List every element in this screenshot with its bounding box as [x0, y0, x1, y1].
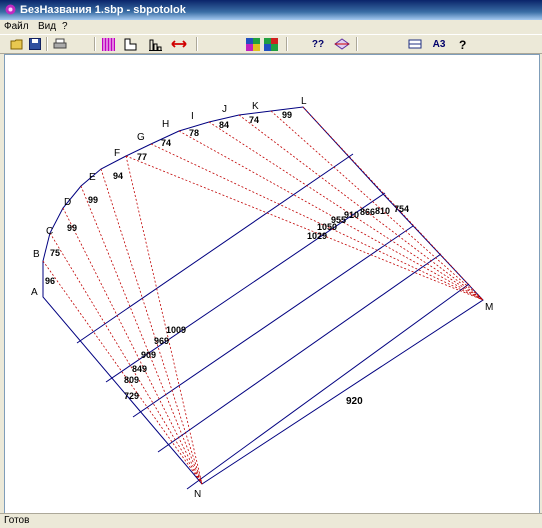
diag-M-value: 866 [360, 207, 375, 217]
vertex-label-H: H [162, 119, 169, 130]
measure-button[interactable] [170, 36, 188, 52]
diagonal-line [100, 168, 203, 485]
menu-view[interactable]: Вид [38, 20, 56, 34]
title-bar: БезНазвания 1.sbp - sbpotolok [0, 0, 542, 20]
eraser-button[interactable] [333, 36, 351, 52]
diagonal-line [125, 155, 484, 301]
print-button[interactable] [51, 36, 69, 52]
vertex-label-D: D [64, 197, 71, 208]
parallel-lines [76, 153, 470, 490]
edge-value-JK: 74 [249, 115, 259, 125]
a3-button[interactable]: A3 [430, 36, 448, 52]
open-folder-button[interactable] [8, 36, 26, 52]
help-button[interactable]: ?? [309, 36, 327, 52]
bars-button[interactable] [146, 36, 164, 52]
color-map-button[interactable] [244, 36, 262, 52]
color-map-icon [246, 37, 260, 51]
edge-value-EF: 94 [113, 171, 123, 181]
printer-icon [53, 38, 67, 49]
diag-N-value: 809 [124, 375, 139, 385]
diag-M-value: 910 [344, 210, 359, 220]
diagonal-line [62, 207, 203, 485]
vertex-label-C: C [46, 226, 53, 237]
vertex-label-L: L [301, 96, 307, 107]
color-map-icon [264, 37, 278, 51]
color-map2-button[interactable] [262, 36, 280, 52]
diagonal-line [49, 232, 203, 485]
eraser-icon [334, 38, 350, 50]
bars-icon [148, 39, 162, 51]
pattern-button[interactable] [99, 36, 117, 52]
pattern-icon [101, 37, 115, 51]
ceiling-drawing: A B C D E F G H I J K L M N 96 75 99 99 [31, 96, 493, 500]
floppy-icon [29, 38, 41, 50]
vertex-label-N: N [194, 489, 201, 500]
base-length-label: 920 [346, 396, 363, 407]
vertex-label-F: F [114, 148, 120, 159]
vertex-label-A: A [31, 287, 38, 298]
vertex-label-J: J [222, 104, 227, 115]
vertex-label-G: G [137, 132, 145, 143]
edge-value-HI: 78 [189, 128, 199, 138]
vertex-label-I: I [191, 111, 194, 122]
page-setup-button[interactable] [406, 36, 424, 52]
diag-M-value: 1029 [307, 231, 327, 241]
vertex-label-M: M [485, 302, 493, 313]
double-arrow-icon [171, 40, 187, 48]
vertex-label-B: B [33, 249, 40, 260]
edge-value-BC: 75 [50, 248, 60, 258]
edge-value-AB: 96 [45, 276, 55, 286]
diag-M-value: 810 [375, 206, 390, 216]
edge-value-DE: 99 [88, 195, 98, 205]
diagonal-line [80, 185, 203, 485]
status-text: Готов [4, 515, 30, 526]
diag-N-value: 729 [124, 391, 139, 401]
menu-file[interactable]: Файл [4, 20, 29, 34]
diag-N-value: 849 [132, 364, 147, 374]
question-mark-glyph: ? [459, 38, 466, 51]
parallel-line [157, 253, 442, 453]
vertex-label-E: E [89, 172, 96, 183]
menu-bar: Файл Вид ? [0, 20, 542, 34]
diag-N-value: 969 [154, 336, 169, 346]
vertex-label-K: K [252, 101, 259, 112]
edge-value-KL: 99 [282, 110, 292, 120]
parallel-line [186, 283, 470, 490]
menu-help[interactable]: ? [62, 20, 68, 34]
diagonals-to-M [125, 106, 484, 301]
toolbar-separator [286, 37, 288, 51]
diagonal-line [125, 155, 203, 485]
diag-N-value: 909 [141, 350, 156, 360]
toolbar-separator [94, 37, 96, 51]
app-window: БезНазвания 1.sbp - sbpotolok Файл Вид ? [0, 0, 542, 528]
ceiling-outline [42, 106, 484, 485]
diagonal-line [42, 260, 203, 485]
edge-value-IJ: 84 [219, 120, 229, 130]
toolbar-separator [196, 37, 198, 51]
shape-button[interactable] [121, 36, 139, 52]
toolbar: ?? A3 ? [0, 34, 542, 54]
edge-value-FG: 77 [137, 152, 147, 162]
about-button[interactable]: ? [454, 36, 472, 52]
toolbar-separator [46, 37, 48, 51]
drawing-canvas[interactable]: A B C D E F G H I J K L M N 96 75 99 99 [4, 54, 540, 514]
app-icon [5, 4, 16, 15]
status-bar: Готов [0, 513, 542, 528]
diag-N-value: 1009 [166, 325, 186, 335]
page-setup-icon [408, 39, 422, 49]
edge-value-CD: 99 [67, 223, 77, 233]
edge-value-GH: 74 [161, 138, 171, 148]
save-button[interactable] [26, 36, 44, 52]
parallel-line [76, 153, 354, 344]
shape-icon [124, 38, 136, 50]
question-mark-icon: ? [459, 38, 466, 51]
diag-M-value: 754 [394, 204, 409, 214]
folder-icon [10, 39, 23, 50]
window-title: БезНазвания 1.sbp - sbpotolok [20, 4, 186, 16]
toolbar-separator [356, 37, 358, 51]
